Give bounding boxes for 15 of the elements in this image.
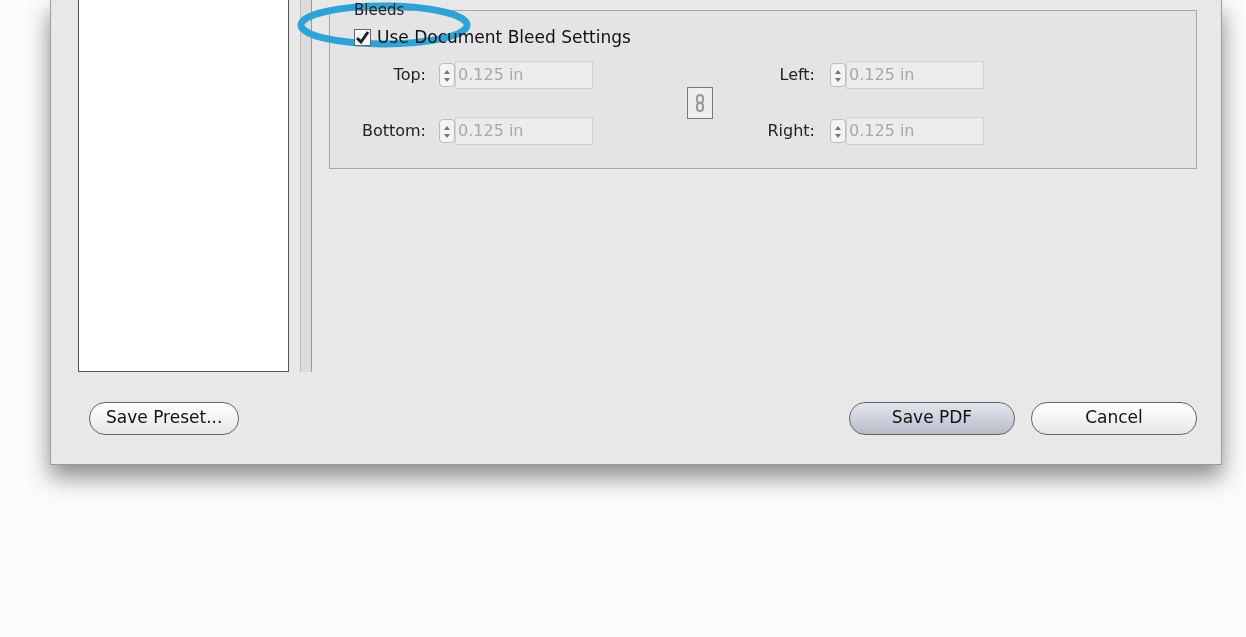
field-label: Top: xyxy=(392,63,427,86)
stepper-icon[interactable] xyxy=(830,118,846,143)
field-label: Right: xyxy=(766,119,816,142)
field-label: Left: xyxy=(778,63,816,86)
save-preset-button[interactable]: Save Preset... xyxy=(89,401,240,435)
default-button[interactable]: Save PDF xyxy=(849,401,1015,435)
checkbox[interactable] xyxy=(354,29,371,47)
cancel-button[interactable]: Cancel xyxy=(1031,401,1197,435)
stepper-icon[interactable] xyxy=(830,62,846,87)
chain-link-icon xyxy=(695,93,705,112)
field-label: Bottom: xyxy=(360,119,427,142)
stepper-icon[interactable] xyxy=(439,118,455,143)
scroll-bar[interactable] xyxy=(300,0,312,372)
chain-link-button[interactable] xyxy=(687,86,713,119)
stepper-icon[interactable] xyxy=(439,62,455,87)
